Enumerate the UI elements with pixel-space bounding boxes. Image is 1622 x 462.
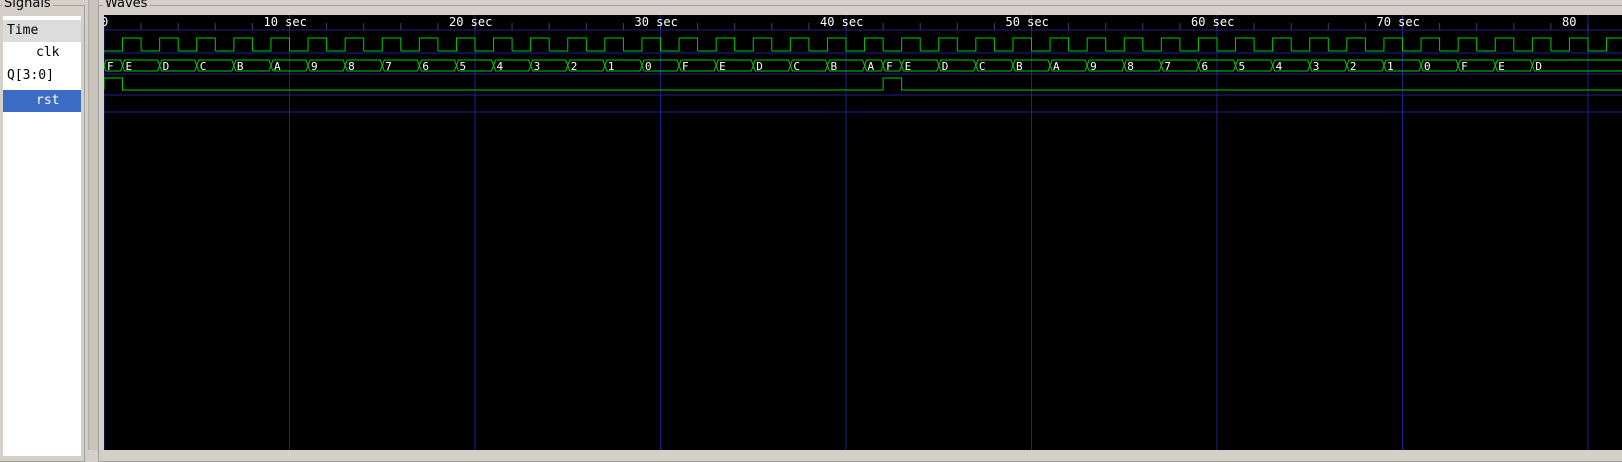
waves-panel-title: Waves bbox=[103, 0, 150, 11]
q-bus-value-label: F bbox=[682, 60, 689, 73]
q-bus-value-label: C bbox=[200, 60, 207, 73]
q-bus-value-label: B bbox=[237, 60, 244, 73]
q-bus-value-label: 3 bbox=[1313, 60, 1320, 73]
time-tick-label: 80 bbox=[1562, 15, 1576, 29]
q-bus-value-label: 7 bbox=[1164, 60, 1171, 73]
signal-row-clk[interactable]: clk bbox=[3, 42, 81, 64]
q-bus-value-label: A bbox=[1053, 60, 1060, 73]
q-bus-value-label: C bbox=[793, 60, 800, 73]
q-bus-value-label: C bbox=[979, 60, 986, 73]
q-bus-value-label: 3 bbox=[534, 60, 541, 73]
signal-row-time[interactable]: Time bbox=[3, 20, 81, 42]
signals-panel: Signals Time clk Q[3:0] rst bbox=[0, 0, 85, 462]
q-bus-value-label: 5 bbox=[1239, 60, 1246, 73]
time-tick-label: 70 sec bbox=[1377, 15, 1420, 29]
time-tick-label: 20 sec bbox=[449, 15, 492, 29]
q-bus-value-label: 9 bbox=[1090, 60, 1097, 73]
q-bus-value-label: F bbox=[107, 60, 114, 73]
clk-waveform bbox=[104, 37, 1622, 52]
waveform-svg[interactable]: 0 10 sec 20 sec 30 sec 40 sec 50 sec 60 sec 70 … bbox=[104, 15, 1622, 450]
q-bus-value-label: E bbox=[126, 60, 133, 73]
signal-row-q[interactable]: Q[3:0] bbox=[3, 65, 81, 87]
time-tick-label: 0 bbox=[104, 15, 108, 29]
q-bus-value-label: B bbox=[830, 60, 837, 73]
q-bus-value-label: A bbox=[868, 60, 875, 73]
time-tick-label: 50 sec bbox=[1006, 15, 1049, 29]
q-bus-value-label: 0 bbox=[1424, 60, 1431, 73]
q-bus-value-label: 2 bbox=[1350, 60, 1357, 73]
q-bus-value-label: E bbox=[905, 60, 912, 73]
signals-list: Time clk Q[3:0] rst bbox=[3, 16, 81, 456]
q-bus-value-label: 4 bbox=[497, 60, 504, 73]
q-bus-value-label: 6 bbox=[422, 60, 429, 73]
signal-row-rst[interactable]: rst bbox=[3, 90, 81, 112]
waveform-canvas[interactable]: 0 10 sec 20 sec 30 sec 40 sec 50 sec 60 sec 70 … bbox=[104, 15, 1622, 450]
q-bus-value-label: A bbox=[274, 60, 281, 73]
q-bus-value-label: D bbox=[942, 60, 949, 73]
q-bus-value-label: 8 bbox=[348, 60, 355, 73]
q-bus-value-label: 4 bbox=[1276, 60, 1283, 73]
time-tick-label: 30 sec bbox=[635, 15, 678, 29]
time-tick-label: 40 sec bbox=[820, 15, 863, 29]
q-bus-value-label: E bbox=[1498, 60, 1505, 73]
time-tick-label: 60 sec bbox=[1191, 15, 1234, 29]
q-bus-value-label: D bbox=[163, 60, 170, 73]
q-bus-value-label: 5 bbox=[459, 60, 466, 73]
q-bus-value-label: 0 bbox=[645, 60, 652, 73]
q-bus-value-label: B bbox=[1016, 60, 1023, 73]
q-bus-value-label: 9 bbox=[311, 60, 318, 73]
q-bus-value-label: F bbox=[1461, 60, 1468, 73]
q-bus-value-label: F bbox=[886, 60, 893, 73]
q-bus-value-label: 1 bbox=[1387, 60, 1394, 73]
q-bus-value-label: E bbox=[719, 60, 726, 73]
q-bus-value-label: 1 bbox=[608, 60, 615, 73]
q-bus-value-label: 7 bbox=[385, 60, 392, 73]
q-bus-value-label: 2 bbox=[571, 60, 578, 73]
q-bus-value-label: D bbox=[1535, 60, 1542, 73]
time-tick-label: 10 sec bbox=[264, 15, 307, 29]
q-bus-value-label: 8 bbox=[1127, 60, 1134, 73]
signals-panel-title: Signals bbox=[2, 0, 53, 11]
q-bus-segment bbox=[1531, 59, 1622, 72]
rst-waveform bbox=[104, 77, 1622, 91]
q-bus-value-label: D bbox=[756, 60, 763, 73]
q-bus-value-label: 6 bbox=[1201, 60, 1208, 73]
